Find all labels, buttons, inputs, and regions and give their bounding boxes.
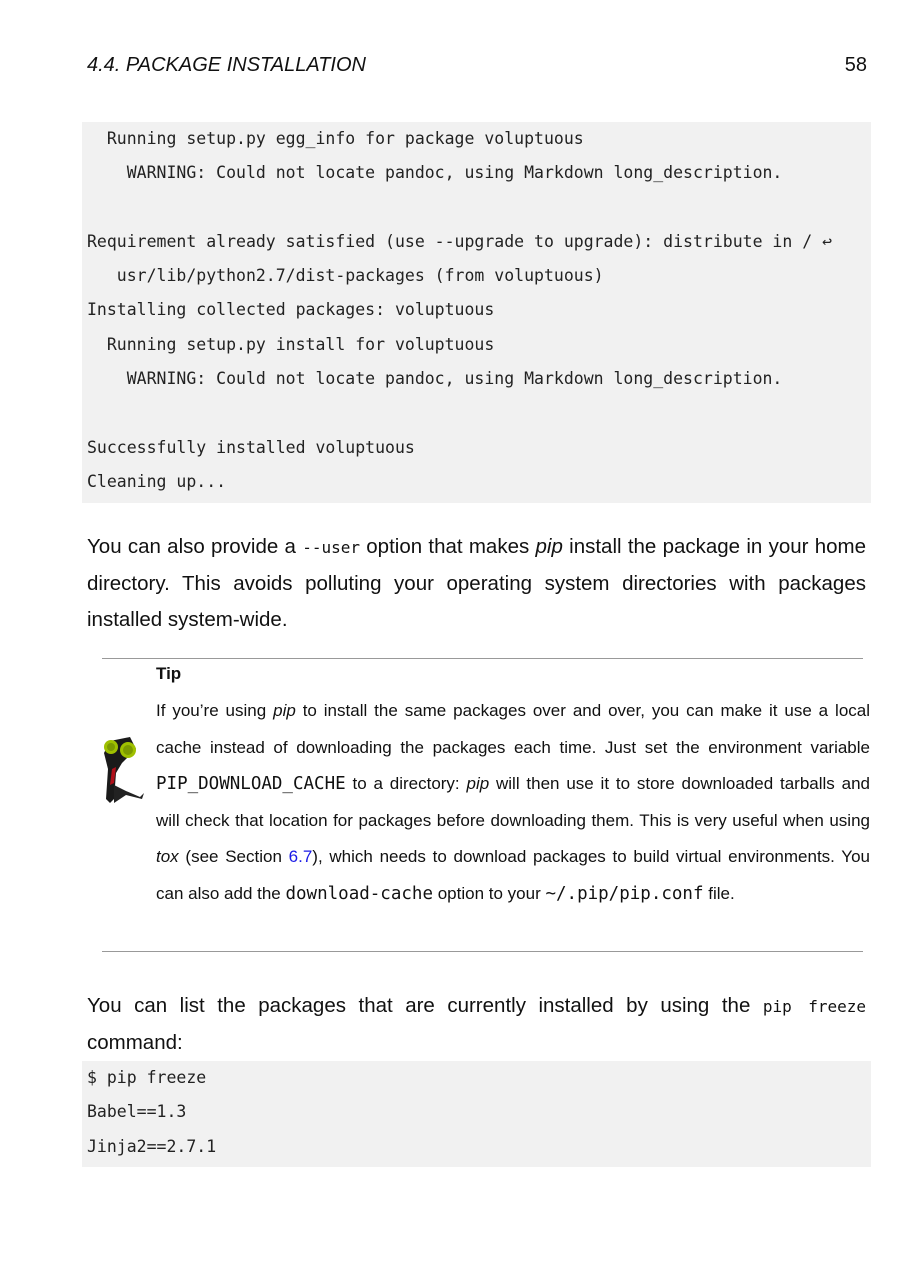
text: option to your xyxy=(433,883,546,903)
inline-code: download-cache xyxy=(285,883,433,904)
code-line: Babel==1.3 xyxy=(87,1102,187,1122)
paragraph-pip-freeze: You can list the packages that are curre… xyxy=(87,988,866,1061)
section-link[interactable]: 6.7 xyxy=(289,847,313,866)
emphasis: pip xyxy=(535,535,563,558)
code-line: Successfully installed voluptuous xyxy=(87,437,415,457)
emphasis: pip xyxy=(466,774,490,793)
code-block-pip-freeze: $ pip freeze Babel==1.3 Jinja2==2.7.1 xyxy=(82,1061,871,1167)
emphasis: tox xyxy=(156,847,179,866)
text: option that makes xyxy=(360,535,536,558)
code-line: WARNING: Could not locate pandoc, using … xyxy=(87,369,783,389)
text: file. xyxy=(703,883,735,903)
code-line: Running setup.py egg_info for package vo… xyxy=(87,129,584,148)
text: to a directory: xyxy=(345,774,467,793)
page-number: 58 xyxy=(844,54,867,76)
tip-bottom-rule xyxy=(102,951,863,952)
code-line: Installing collected packages: voluptuou… xyxy=(87,300,495,320)
text: command: xyxy=(87,1031,183,1054)
code-line: $ pip freeze xyxy=(87,1068,207,1087)
text: You can also provide a xyxy=(87,535,303,558)
code-line: Jinja2==2.7.1 xyxy=(87,1136,217,1156)
code-line: Cleaning up... xyxy=(87,471,227,491)
document-page: 4.4. PACKAGE INSTALLATION 58 Running set… xyxy=(0,0,909,1286)
tip-body: If you’re using pip to install the same … xyxy=(156,693,870,912)
text: If you’re using xyxy=(156,701,274,720)
inline-code: PIP_DOWNLOAD_CACHE xyxy=(156,774,346,794)
text: (see Section xyxy=(178,847,289,866)
text: You can list the packages that are curre… xyxy=(87,994,763,1017)
paragraph-user-option: You can also provide a --user option tha… xyxy=(87,529,866,638)
inline-code: pip freeze xyxy=(762,997,866,1016)
inline-code: --user xyxy=(302,538,361,557)
inline-code: ~/.pip/pip.conf xyxy=(545,883,704,904)
code-line: usr/lib/python2.7/dist-packages (from vo… xyxy=(87,266,604,286)
code-line: WARNING: Could not locate pandoc, using … xyxy=(87,163,783,183)
tip-top-rule xyxy=(102,658,863,659)
running-header-section: 4.4. PACKAGE INSTALLATION xyxy=(87,54,366,76)
code-block-pip-output: Running setup.py egg_info for package vo… xyxy=(82,122,871,503)
snake-mascot-icon xyxy=(104,737,144,803)
emphasis: pip xyxy=(273,701,296,720)
tip-title: Tip xyxy=(156,664,182,683)
code-line: Running setup.py install for voluptuous xyxy=(87,334,495,354)
code-line: Requirement already satisfied (use --upg… xyxy=(87,231,833,251)
